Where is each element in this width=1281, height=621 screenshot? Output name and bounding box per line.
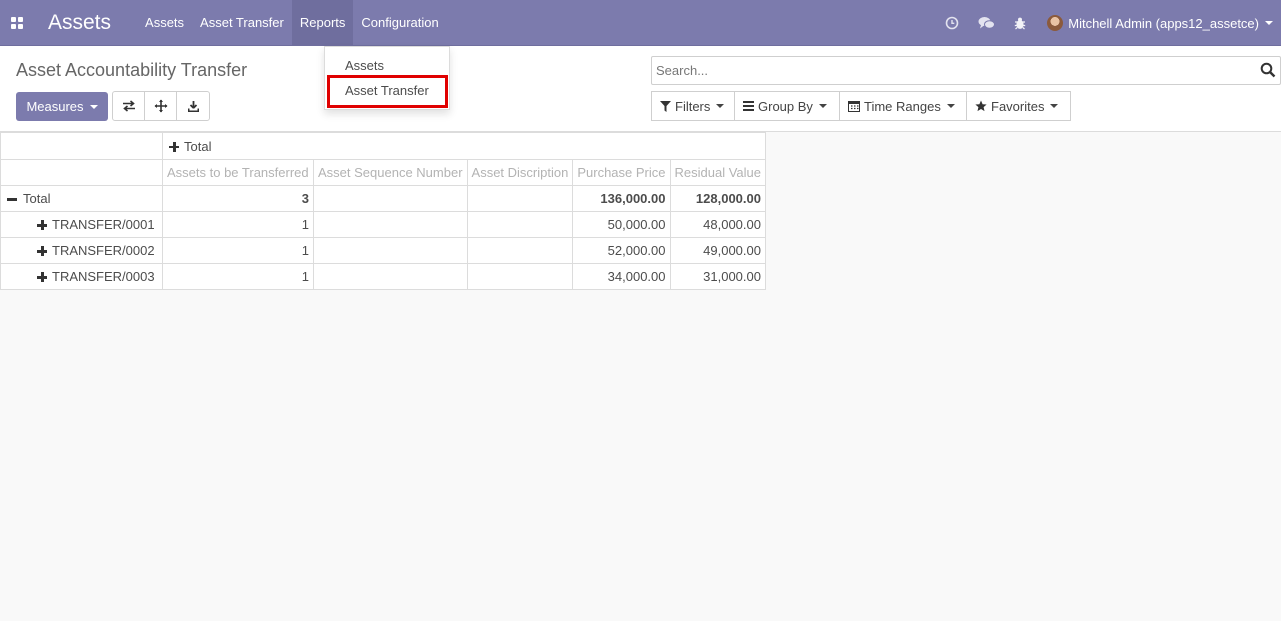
table-cell <box>466 211 574 238</box>
user-name: Mitchell Admin (apps12_assetce) <box>1068 15 1259 31</box>
pivot-actions <box>112 91 210 121</box>
menu-asset-transfer[interactable]: Asset Transfer <box>192 0 292 46</box>
row-header-total[interactable]: Total <box>0 185 163 212</box>
pivot-corner-cell <box>0 132 163 160</box>
dropdown-item-asset-transfer[interactable]: Asset Transfer <box>345 83 429 98</box>
row-label: TRANSFER/0002 <box>52 243 155 258</box>
apps-grid-icon[interactable] <box>0 0 34 46</box>
table-cell: 49,000.00 <box>669 237 766 264</box>
pivot-col-header-total[interactable]: Total <box>162 132 766 160</box>
measures-button[interactable]: Measures <box>16 92 108 121</box>
reports-dropdown: Assets Asset Transfer <box>324 46 450 110</box>
search-box <box>651 56 1281 85</box>
chevron-down-icon <box>818 104 827 108</box>
table-cell: 3 <box>162 185 314 212</box>
app-brand[interactable]: Assets <box>34 0 137 46</box>
chevron-down-icon <box>1050 104 1059 108</box>
minus-icon <box>7 194 17 204</box>
favorites-label: Favorites <box>991 98 1045 114</box>
measure-header[interactable]: Purchase Price <box>572 159 671 186</box>
table-row: TRANSFER/0003 1 34,000.00 31,000.00 <box>0 263 766 290</box>
calendar-icon <box>848 100 860 112</box>
expand-all-icon[interactable] <box>145 92 177 120</box>
table-cell <box>313 237 468 264</box>
clock-icon[interactable] <box>935 0 969 46</box>
bug-icon[interactable] <box>1003 0 1037 46</box>
control-panel: Asset Accountability Transfer Measures F… <box>0 46 1281 132</box>
table-cell <box>466 263 574 290</box>
measures-label: Measures <box>26 99 84 114</box>
measure-header[interactable]: Asset Sequence Number <box>313 159 468 186</box>
group-by-button[interactable]: Group By <box>734 91 840 121</box>
avatar <box>1047 15 1064 31</box>
col-header-label: Total <box>184 138 212 154</box>
chat-icon[interactable] <box>969 0 1003 46</box>
chevron-down-icon <box>716 104 725 108</box>
group-by-label: Group By <box>758 98 813 114</box>
favorites-button[interactable]: Favorites <box>966 91 1071 121</box>
list-icon <box>743 101 754 111</box>
table-cell: 1 <box>162 211 314 238</box>
row-header[interactable]: TRANSFER/0001 <box>0 211 163 238</box>
row-header[interactable]: TRANSFER/0003 <box>0 263 163 290</box>
row-header[interactable]: TRANSFER/0002 <box>0 237 163 264</box>
pivot-corner-cell <box>0 159 163 186</box>
table-row: TRANSFER/0001 1 50,000.00 48,000.00 <box>0 211 766 238</box>
table-cell: 50,000.00 <box>572 211 671 238</box>
table-cell: 136,000.00 <box>572 185 671 212</box>
chevron-down-icon <box>946 104 955 108</box>
table-cell <box>466 237 574 264</box>
time-ranges-label: Time Ranges <box>864 98 941 114</box>
table-cell <box>466 185 574 212</box>
table-cell: 31,000.00 <box>669 263 766 290</box>
table-cell: 52,000.00 <box>572 237 671 264</box>
search-input[interactable] <box>652 57 1242 84</box>
pivot-table: Total Assets to be Transferred Asset Seq… <box>0 132 766 290</box>
table-cell: 48,000.00 <box>669 211 766 238</box>
table-cell <box>313 211 468 238</box>
row-label: TRANSFER/0003 <box>52 269 155 284</box>
plus-icon <box>37 272 47 282</box>
star-icon <box>975 100 987 112</box>
page-title: Asset Accountability Transfer <box>16 60 248 80</box>
plus-icon <box>37 220 47 230</box>
table-row-total: Total 3 136,000.00 128,000.00 <box>0 185 766 212</box>
download-icon[interactable] <box>177 92 209 120</box>
table-cell <box>313 185 468 212</box>
filters-label: Filters <box>675 98 711 114</box>
chevron-down-icon <box>1265 21 1273 25</box>
menu-configuration[interactable]: Configuration <box>353 0 446 46</box>
plus-icon <box>37 246 47 256</box>
top-navbar: Assets Assets Asset Transfer Reports Con… <box>0 0 1281 46</box>
user-menu[interactable]: Mitchell Admin (apps12_assetce) <box>1037 0 1281 46</box>
row-label: Total <box>23 191 51 206</box>
measure-header[interactable]: Residual Value <box>669 159 766 186</box>
menu-assets[interactable]: Assets <box>137 0 192 46</box>
time-ranges-button[interactable]: Time Ranges <box>839 91 967 121</box>
chevron-down-icon <box>89 104 98 109</box>
row-label: TRANSFER/0001 <box>52 217 155 232</box>
measure-header[interactable]: Assets to be Transferred <box>162 159 314 186</box>
table-cell <box>313 263 468 290</box>
table-cell: 1 <box>162 263 314 290</box>
table-cell: 128,000.00 <box>669 185 766 212</box>
filters-button[interactable]: Filters <box>651 91 735 121</box>
table-cell: 1 <box>162 237 314 264</box>
flip-axis-icon[interactable] <box>113 92 145 120</box>
measure-header[interactable]: Asset Discription <box>466 159 574 186</box>
filter-icon <box>660 100 671 112</box>
dropdown-item-assets[interactable]: Assets <box>345 58 384 73</box>
table-cell: 34,000.00 <box>572 263 671 290</box>
search-icon[interactable] <box>1260 62 1280 80</box>
table-row: TRANSFER/0002 1 52,000.00 49,000.00 <box>0 237 766 264</box>
plus-icon <box>169 141 179 152</box>
menu-reports[interactable]: Reports <box>291 0 354 46</box>
